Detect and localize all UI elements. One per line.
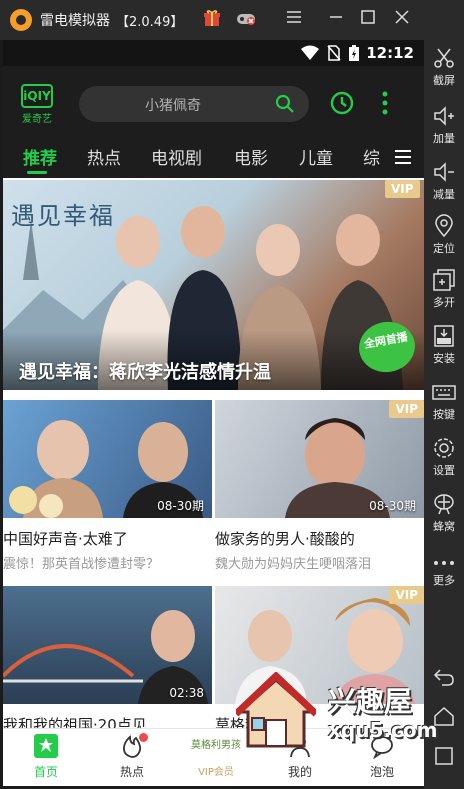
sidebar-label: 安装 xyxy=(433,352,455,365)
episode-date: 08-30期 xyxy=(369,499,416,513)
banner-caption: 遇见幸福：蒋欣李光洁感情升温 xyxy=(19,362,271,383)
video-description: 魏大勋为妈妈庆生哽咽落泪 xyxy=(215,557,372,572)
minimize-icon[interactable] xyxy=(324,8,348,32)
volume-up-icon xyxy=(432,104,456,128)
logo-subtitle: 爱奇艺 xyxy=(22,114,52,125)
cellular-icon xyxy=(432,492,456,516)
vip-badge: VIP xyxy=(385,180,420,198)
gamepad-icon[interactable] xyxy=(234,8,258,32)
status-time: 12:12 xyxy=(366,44,414,62)
sidebar-screenshot[interactable]: 截屏 xyxy=(424,46,464,88)
video-duration: 02:38 xyxy=(169,686,204,700)
emulator-window: 雷电模拟器 【2.0.49】 12:12 iQIY 爱奇艺 小猪佩奇 推荐 热点… xyxy=(0,0,464,789)
banner-show-logo: 遇见幸福 xyxy=(11,202,115,230)
search-placeholder: 小猪佩奇 xyxy=(145,98,201,114)
location-icon xyxy=(432,214,456,238)
multi-open-icon xyxy=(432,268,456,292)
sidebar-cellular[interactable]: 蜂窝 xyxy=(424,492,464,534)
video-description: 震惊！那英首战惨遭封零？ xyxy=(3,557,160,572)
site-watermark: 兴趣屋 xqu5.com xyxy=(236,672,438,752)
sidebar-volume-down[interactable]: 减量 xyxy=(424,160,464,202)
video-thumbnail: 02:38 xyxy=(3,586,212,704)
window-version: 【2.0.49】 xyxy=(116,14,184,30)
tab-movies[interactable]: 电影 xyxy=(234,144,268,169)
watermark-url: xqu5.com xyxy=(328,718,438,742)
tab-kids[interactable]: 儿童 xyxy=(299,144,333,169)
battery-charging-icon xyxy=(349,45,365,61)
sidebar-keymap[interactable]: 按键 xyxy=(424,380,464,422)
tab-hot[interactable]: 热点 xyxy=(87,144,121,169)
sidebar-label: 按键 xyxy=(433,408,455,421)
nav-vip-label: VIP会员 xyxy=(198,767,234,778)
sidebar-label: 设置 xyxy=(433,464,455,477)
vip-badge: VIP xyxy=(389,400,424,418)
tab-recommend[interactable]: 推荐 xyxy=(23,144,57,169)
gear-icon xyxy=(432,436,456,460)
sidebar-label: 更多 xyxy=(433,574,455,587)
emulator-sidebar: 截屏 加量 减量 定位 多开 安装 按键 设置 蜂窝 更多 xyxy=(424,0,464,789)
sidebar-label: 蜂窝 xyxy=(433,520,455,533)
sidebar-label: 多开 xyxy=(433,296,455,309)
watermark-house-logo xyxy=(236,672,316,748)
apk-install-icon xyxy=(432,324,456,348)
search-icon[interactable] xyxy=(275,94,295,114)
sidebar-label: 定位 xyxy=(433,242,455,255)
video-card[interactable]: 02:38 我和我的祖国·20点见 xyxy=(3,586,212,735)
tab-menu-icon[interactable] xyxy=(395,149,411,164)
volume-down-icon xyxy=(432,160,456,184)
scissors-icon xyxy=(432,46,456,70)
tab-variety[interactable]: 综 xyxy=(363,144,380,169)
android-statusbar: 12:12 xyxy=(3,40,424,66)
video-title: 做家务的男人·酸酸的 xyxy=(215,530,355,548)
more-vertical-icon[interactable] xyxy=(379,90,391,118)
sidebar-label: 截屏 xyxy=(433,74,455,87)
hero-banner[interactable]: 遇见幸福 VIP 全网首播 遇见幸福：蒋欣李光洁感情升温 xyxy=(3,180,424,390)
nav-profile-label: 我的 xyxy=(287,765,312,779)
video-card[interactable]: VIP 08-30期 做家务的男人·酸酸的 魏大勋为妈妈庆生哽咽落泪 xyxy=(215,400,424,572)
category-tabs: 推荐 热点 电视剧 电影 儿童 综 xyxy=(3,138,424,178)
home-icon xyxy=(33,733,59,759)
gift-icon[interactable] xyxy=(200,8,224,32)
close-icon[interactable] xyxy=(390,8,414,32)
emulator-titlebar: 雷电模拟器 【2.0.49】 xyxy=(0,0,464,40)
nav-hot[interactable]: 热点 xyxy=(97,733,167,780)
emulator-logo-icon xyxy=(10,9,32,31)
sidebar-multi-open[interactable]: 多开 xyxy=(424,268,464,310)
sidebar-label: 减量 xyxy=(433,188,455,201)
wifi-icon xyxy=(301,45,319,61)
nav-home-label: 首页 xyxy=(33,765,58,779)
tab-tv-series[interactable]: 电视剧 xyxy=(151,144,202,169)
nav-bubble-label: 泡泡 xyxy=(369,765,394,779)
app-header: iQIY 爱奇艺 小猪佩奇 推荐 热点 电视剧 电影 儿童 综 xyxy=(3,66,424,178)
nav-hot-label: 热点 xyxy=(119,765,144,779)
notification-dot xyxy=(139,733,148,742)
sidebar-label: 加量 xyxy=(433,132,455,145)
tab-active-indicator xyxy=(27,171,47,174)
video-thumbnail: 08-30期 xyxy=(3,400,212,518)
iqiyi-logo[interactable]: iQIY 爱奇艺 xyxy=(17,84,57,128)
history-icon[interactable] xyxy=(329,90,355,116)
sidebar-location[interactable]: 定位 xyxy=(424,214,464,256)
episode-date: 08-30期 xyxy=(157,499,204,513)
search-bar[interactable]: 小猪佩奇 xyxy=(79,86,309,122)
watermark-name: 兴趣屋 xyxy=(328,685,413,718)
sidebar-settings[interactable]: 设置 xyxy=(424,436,464,478)
menu-icon[interactable] xyxy=(282,8,306,32)
vip-badge: VIP xyxy=(389,586,424,604)
sidebar-volume-up[interactable]: 加量 xyxy=(424,104,464,146)
logo-mark: iQIY xyxy=(21,84,53,108)
video-thumbnail: VIP 08-30期 xyxy=(215,400,424,518)
video-title: 中国好声音·太难了 xyxy=(3,530,128,548)
maximize-icon[interactable] xyxy=(356,8,380,32)
more-icon xyxy=(432,556,456,570)
sidebar-more[interactable]: 更多 xyxy=(424,556,464,588)
window-title: 雷电模拟器 xyxy=(40,13,110,29)
video-card[interactable]: 08-30期 中国好声音·太难了 震惊！那英首战惨遭封零？ xyxy=(3,400,212,572)
sidebar-install-apk[interactable]: 安装 xyxy=(424,324,464,366)
keyboard-icon xyxy=(432,380,456,404)
nav-home[interactable]: 首页 xyxy=(11,733,81,780)
no-sim-icon xyxy=(327,45,343,61)
